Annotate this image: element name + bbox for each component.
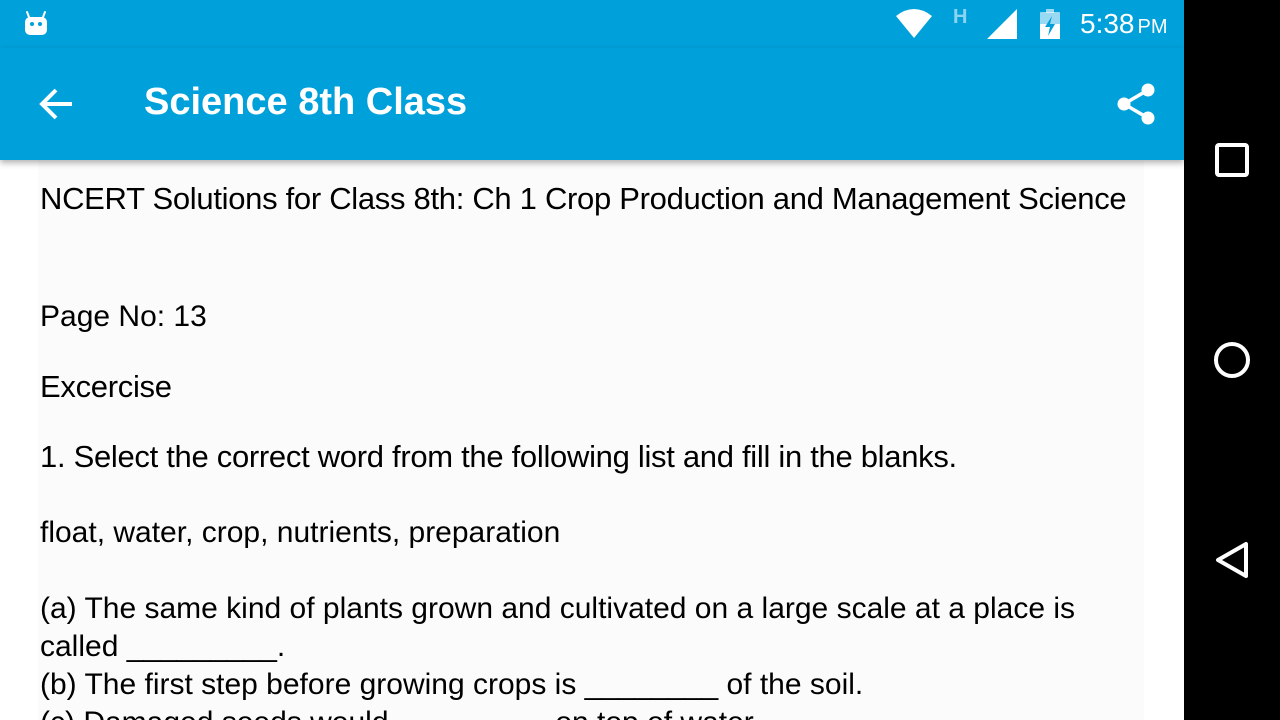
back-button[interactable]	[24, 72, 88, 136]
back-nav-button[interactable]	[1200, 528, 1264, 592]
exercise-heading: Excercise	[40, 369, 172, 404]
app-bar: Science 8th Class	[0, 48, 1184, 160]
signal-icon	[986, 8, 1018, 40]
page-number: Page No: 13	[40, 300, 207, 333]
question-part-b: (b) The first step before growing crops …	[40, 668, 864, 701]
question-part-a: (a) The same kind of plants grown and cu…	[40, 592, 1076, 663]
navigation-bar	[1184, 0, 1280, 720]
question-text: 1. Select the correct word from the foll…	[40, 439, 957, 474]
word-list: float, water, crop, nutrients, preparati…	[40, 516, 561, 549]
clock: 5:38 PM	[1080, 8, 1168, 40]
status-bar: H 5:38 PM	[0, 0, 1184, 48]
battery-icon	[1038, 8, 1062, 40]
network-type-indicator: H	[953, 6, 968, 28]
clock-ampm: PM	[1137, 16, 1168, 38]
question-part-c: (c) Damaged seeds would _________ on top…	[40, 704, 1140, 720]
page-title: Science 8th Class	[144, 81, 468, 123]
home-button[interactable]	[1200, 328, 1264, 392]
share-button[interactable]	[1104, 72, 1168, 136]
app-screen: H 5:38 PM Science 8th Class NCERT Soluti…	[0, 0, 1184, 720]
clock-time: 5:38	[1080, 8, 1135, 39]
recents-button[interactable]	[1200, 128, 1264, 192]
content-area[interactable]: NCERT Solutions for Class 8th: Ch 1 Crop…	[0, 160, 1184, 720]
wifi-icon	[895, 8, 933, 40]
android-icon	[24, 10, 48, 36]
document-title: NCERT Solutions for Class 8th: Ch 1 Crop…	[40, 181, 1127, 216]
